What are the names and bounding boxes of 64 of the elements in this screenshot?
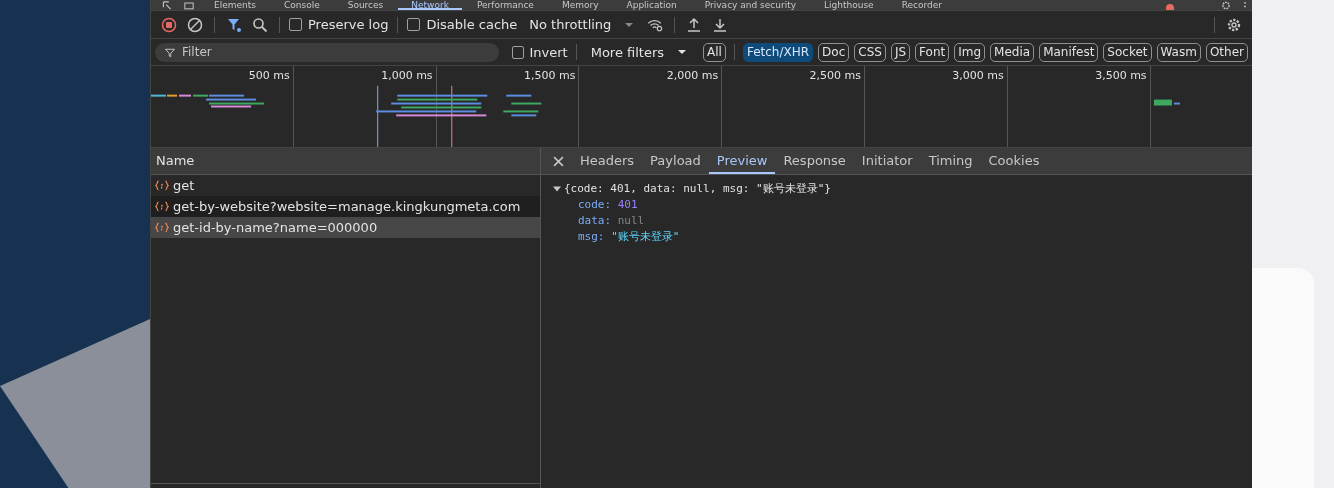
filter-icon <box>164 46 176 59</box>
filter-field[interactable]: Filter <box>155 42 499 62</box>
error-icon[interactable] <box>1166 4 1174 10</box>
braces-icon <box>155 222 169 233</box>
request-row[interactable]: get-id-by-name?name=000000 <box>151 217 540 238</box>
time-tick-label: 1,000 ms <box>381 69 433 82</box>
disable-cache-label: Disable cache <box>426 17 518 32</box>
search-icon[interactable] <box>250 16 270 33</box>
invert-label: Invert <box>529 44 568 60</box>
panel-tab[interactable]: Recorder <box>888 0 955 10</box>
time-tick-label: 2,500 ms <box>809 69 861 82</box>
detail-tab[interactable]: Headers <box>572 148 643 174</box>
detail-tab[interactable]: Cookies <box>980 148 1048 174</box>
expand-triangle-icon[interactable] <box>553 185 561 193</box>
object-summary: {code: 401, data: null, msg: "账号未登录"} <box>564 181 831 197</box>
time-tick-label: 2,000 ms <box>666 69 719 82</box>
panel-tab[interactable]: Network <box>398 0 462 10</box>
type-filter-chip[interactable]: All <box>703 42 726 62</box>
request-row[interactable]: get-by-website?website=manage.kingkungmeta.com <box>151 196 540 217</box>
detail-tab[interactable]: Response <box>775 148 854 174</box>
invert-checkbox[interactable] <box>511 45 525 59</box>
type-filter-chip[interactable]: Other <box>1205 42 1248 62</box>
property-line: data: null <box>577 213 646 229</box>
time-tick-label: 500 ms <box>248 69 290 82</box>
time-tick-label: 3,500 ms <box>1095 69 1147 82</box>
panel-tab[interactable]: Memory <box>548 0 612 10</box>
throttling-dropdown[interactable]: No throttling <box>523 17 640 32</box>
panel-tab[interactable]: Sources <box>334 0 397 10</box>
type-filter-chip[interactable]: Media <box>990 42 1035 62</box>
type-filter-chip[interactable]: Doc <box>818 42 850 62</box>
type-filter-chip[interactable]: Img <box>954 42 986 62</box>
more-filters-dropdown[interactable]: More filters <box>584 44 693 60</box>
column-header[interactable]: Name <box>151 148 540 175</box>
type-filter-chip[interactable]: Font <box>915 42 950 62</box>
time-tick-label: 1,500 ms <box>523 69 576 82</box>
panel-tab[interactable]: Lighthouse <box>811 0 887 10</box>
disable-cache-checkbox[interactable] <box>407 18 421 31</box>
panel-tab[interactable]: Application <box>613 0 690 10</box>
type-filter-chip[interactable]: CSS <box>854 42 886 62</box>
preserve-log-label: Preserve log <box>308 17 389 32</box>
property-line: msg: "账号未登录" <box>577 229 681 245</box>
property-line: code: 401 <box>577 197 639 213</box>
caret-icon <box>678 48 687 56</box>
detail-tab[interactable]: Payload <box>642 148 709 174</box>
braces-icon <box>155 180 169 191</box>
type-filter-chip[interactable]: Socket <box>1103 42 1152 62</box>
close-icon[interactable] <box>553 155 564 167</box>
preserve-log-checkbox[interactable] <box>289 18 302 31</box>
clear-icon[interactable] <box>185 16 205 33</box>
detail-tab[interactable]: Timing <box>920 148 981 174</box>
type-filter-chip[interactable]: Wasm <box>1156 42 1201 62</box>
braces-icon <box>155 201 169 212</box>
record-icon[interactable] <box>159 16 179 33</box>
type-filter-chip[interactable]: Fetch/XHR <box>742 42 814 62</box>
type-filter-chip[interactable]: JS <box>890 42 911 62</box>
time-tick-label: 3,000 ms <box>952 69 1004 82</box>
panel-tab[interactable]: Performance <box>463 0 547 10</box>
panel-tab[interactable]: Elements <box>201 0 269 10</box>
type-filter-chip[interactable]: Manifest <box>1039 42 1099 62</box>
detail-tab[interactable]: Preview <box>708 148 776 174</box>
panel-tab[interactable]: Privacy and security <box>691 0 809 10</box>
caret-icon <box>625 20 634 29</box>
detail-tab[interactable]: Initiator <box>853 148 921 174</box>
panel-tab[interactable]: Console <box>270 0 333 10</box>
